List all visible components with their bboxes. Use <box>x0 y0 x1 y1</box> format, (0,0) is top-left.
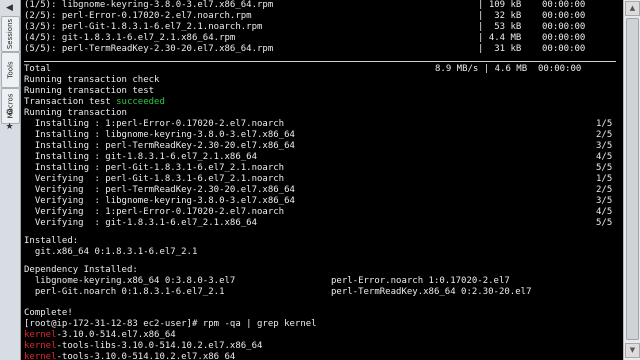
download-time: 00:00:00 <box>542 44 586 54</box>
arrow-left-icon[interactable]: ◀ <box>3 3 16 13</box>
transaction-step: Verifying : git-1.8.3.1-6.el7_2.1.x86_64 <box>24 218 257 228</box>
transaction-test-result: Transaction test succeeded <box>24 97 165 108</box>
transaction-step: Verifying : perl-TermReadKey-2.30-20.el7… <box>24 185 295 195</box>
gear-icon[interactable]: ⚙ <box>3 108 16 118</box>
dependency-item: perl-TermReadKey.x86_64 0:2.30-20.el7 <box>331 287 532 297</box>
transaction-step: Verifying : perl-Git-1.8.3.1-6.el7_2.1.n… <box>24 174 285 184</box>
download-time: 00:00:00 <box>542 33 586 43</box>
dependency-item: libgnome-keyring.x86_64 0:3.8.0-3.el7 <box>24 276 236 286</box>
transaction-test-status: succeeded <box>116 97 165 107</box>
kernel-result-rest: -tools-3.10.0-514.10.2.el7.x86_64 <box>56 352 236 360</box>
tools-tab[interactable]: Tools <box>1 52 20 88</box>
transaction-step-count: 5/5 <box>596 163 613 173</box>
download-time: 00:00:00 <box>542 22 586 32</box>
tools-tab-label: Tools <box>6 61 15 79</box>
grep-match: kernel <box>24 352 57 360</box>
complete-message: Complete! <box>24 308 73 318</box>
scrollbar-thumb[interactable] <box>626 18 639 340</box>
shell-prompt-command: [root@ip-172-31-12-83 ec2-user]# rpm -qa… <box>24 319 317 329</box>
download-row: (4/5): git-1.8.3.1-6.el7_2.1.x86_64.rpm <box>24 33 236 43</box>
scroll-up-arrow-icon[interactable]: ▲ <box>625 1 640 16</box>
kernel-result-line: kernel-tools-3.10.0-514.10.2.el7.x86_64 <box>24 352 235 360</box>
transaction-step: Installing : perl-TermReadKey-2.30-20.el… <box>24 141 295 151</box>
total-stats: 8.9 MB/s | 4.6 MB 00:00:00 <box>435 64 582 74</box>
transaction-step: Installing : perl-Git-1.8.3.1-6.el7_2.1.… <box>24 163 285 173</box>
terminal-output[interactable]: (1/5): libgnome-keyring-3.8.0-3.el7.x86_… <box>21 0 623 360</box>
transaction-step-count: 3/5 <box>596 141 613 151</box>
download-size: | 53 kB <box>478 22 522 32</box>
sessions-tab-label: Sessions <box>6 18 15 50</box>
session-sidebar: ◀ Sessions Tools Macros ⚙ ★ <box>0 0 21 360</box>
dependency-item: perl-Git.noarch 0:1.8.3.1-6.el7_2.1 <box>24 287 225 297</box>
dependency-item: perl-Error.noarch 1:0.17020-2.el7 <box>331 276 510 286</box>
transaction-step-count: 3/5 <box>596 196 613 206</box>
download-row: (1/5): libgnome-keyring-3.8.0-3.el7.x86_… <box>24 0 274 10</box>
dependency-header: Dependency Installed: <box>24 265 138 275</box>
kernel-result-rest: -tools-libs-3.10.0-514.10.2.el7.x86_64 <box>56 341 263 351</box>
transaction-step: Installing : libgnome-keyring-3.8.0-3.el… <box>24 130 295 140</box>
installed-item: git.x86_64 0:1.8.3.1-6.el7_2.1 <box>24 247 198 257</box>
transaction-step: Installing : 1:perl-Error-0.17020-2.el7.… <box>24 119 285 129</box>
transaction-step: Verifying : libgnome-keyring-3.8.0-3.el7… <box>24 196 295 206</box>
download-row: (5/5): perl-TermReadKey-2.30-20.el7.x86_… <box>24 44 274 54</box>
download-time: 00:00:00 <box>542 11 586 21</box>
download-size: | 31 kB <box>478 44 522 54</box>
download-size: | 4.4 MB <box>478 33 522 43</box>
download-row: (3/5): perl-Git-1.8.3.1-6.el7_2.1.noarch… <box>24 22 263 32</box>
kernel-result-line: kernel-tools-libs-3.10.0-514.10.2.el7.x8… <box>24 341 262 352</box>
transaction-test: Running transaction test <box>24 86 155 96</box>
download-time: 00:00:00 <box>542 0 586 10</box>
vertical-scrollbar[interactable]: ▲ ▼ <box>623 0 640 360</box>
download-row: (2/5): perl-Error-0.17020-2.el7.noarch.r… <box>24 11 252 21</box>
total-label: Total <box>24 64 52 74</box>
running-transaction: Running transaction <box>24 108 127 118</box>
transaction-step-count: 5/5 <box>596 218 613 228</box>
transaction-step-count: 1/5 <box>596 174 613 184</box>
scroll-down-arrow-icon[interactable]: ▼ <box>625 343 640 358</box>
separator-line <box>24 61 616 62</box>
sessions-tab[interactable]: Sessions <box>1 16 20 52</box>
transaction-step-count: 4/5 <box>596 207 613 217</box>
kernel-result-line: kernel-3.10.0-514.el7.x86_64 <box>24 330 176 341</box>
star-icon[interactable]: ★ <box>3 122 16 132</box>
kernel-result-rest: -3.10.0-514.el7.x86_64 <box>56 330 176 340</box>
download-size: | 109 kB <box>478 0 522 10</box>
transaction-step: Verifying : 1:perl-Error-0.17020-2.el7.n… <box>24 207 285 217</box>
transaction-step: Installing : git-1.8.3.1-6.el7_2.1.x86_6… <box>24 152 257 162</box>
installed-header: Installed: <box>24 236 79 246</box>
transaction-step-count: 2/5 <box>596 130 613 140</box>
transaction-test-result-prefix: Transaction test <box>24 97 117 107</box>
transaction-check: Running transaction check <box>24 75 160 85</box>
download-size: | 32 kB <box>478 11 522 21</box>
macros-tab[interactable]: Macros <box>1 88 20 124</box>
transaction-step-count: 1/5 <box>596 119 613 129</box>
grep-match: kernel <box>24 330 57 340</box>
transaction-step-count: 2/5 <box>596 185 613 195</box>
grep-match: kernel <box>24 341 57 351</box>
transaction-step-count: 4/5 <box>596 152 613 162</box>
